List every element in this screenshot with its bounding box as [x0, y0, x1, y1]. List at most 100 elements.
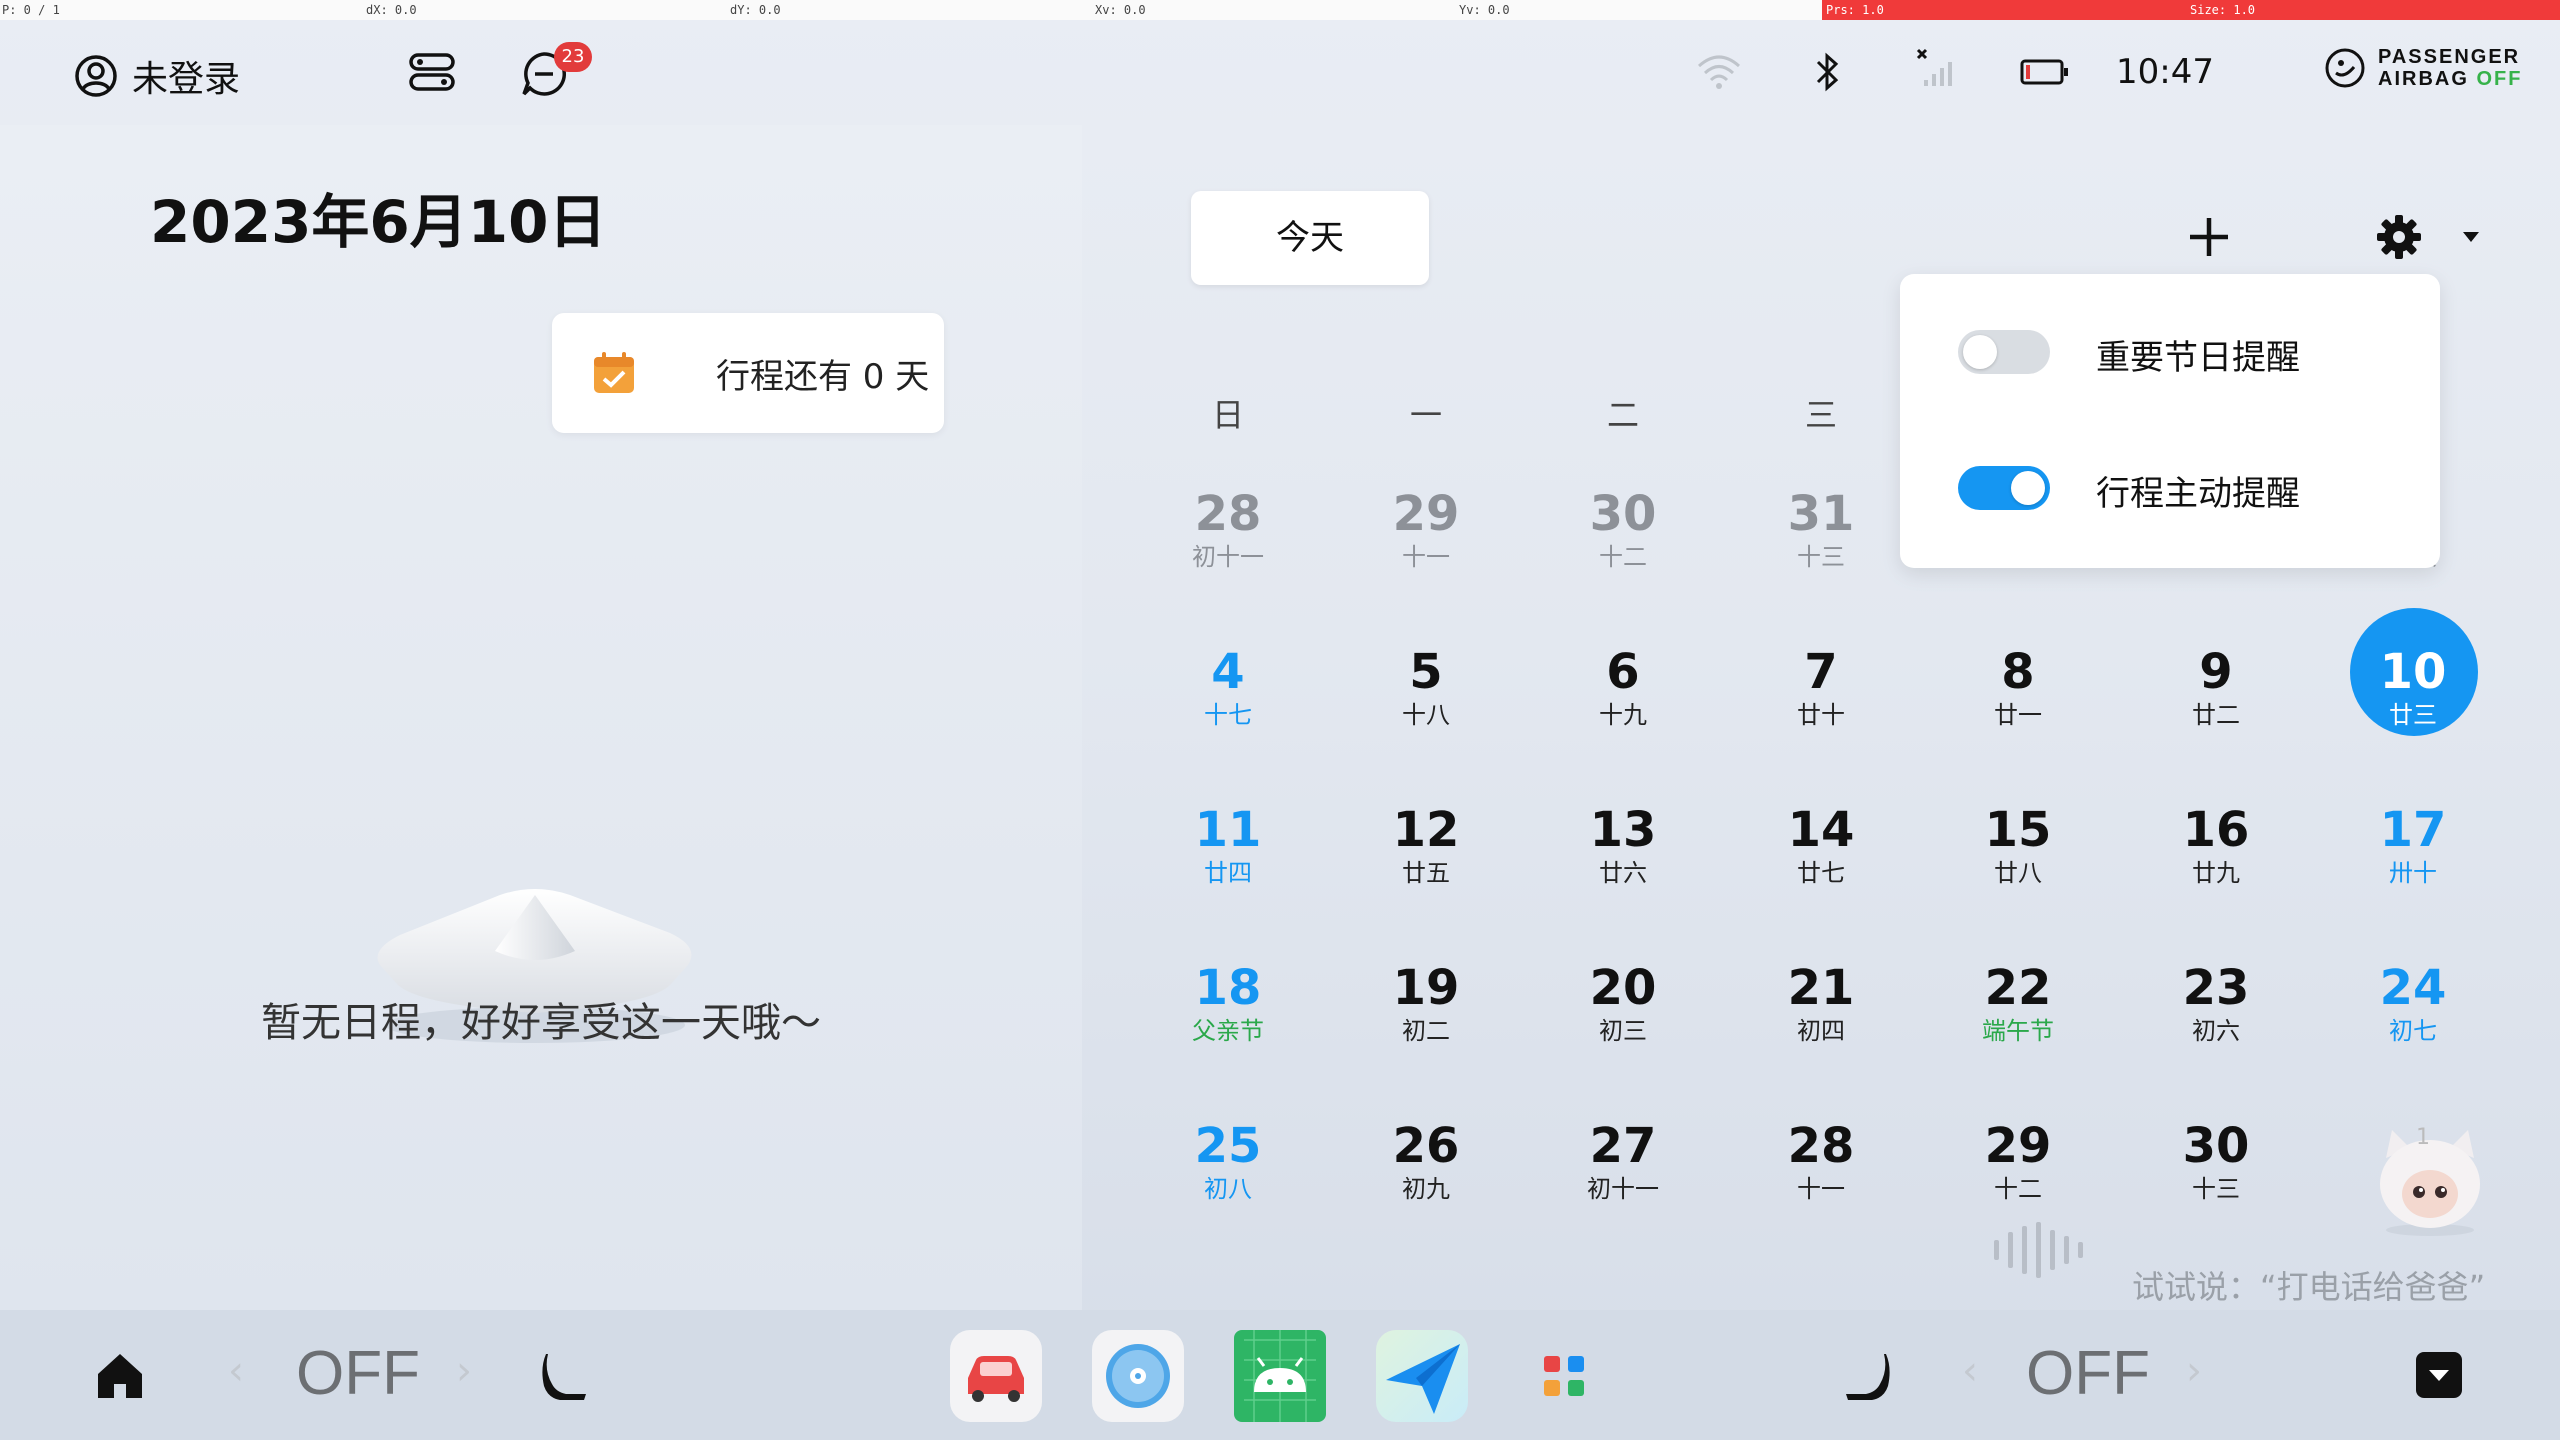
left-panel: 2023年6月10日 行程还有 0 天 暂无日程，好好享受这一天哦～ — [0, 125, 1082, 1310]
calendar-day[interactable]: 13 廿六 — [1538, 802, 1708, 952]
debug-dx: dX: 0.0 — [366, 3, 417, 17]
lunar-date: 十九 — [1599, 701, 1647, 729]
day-number: 25 — [1194, 1118, 1262, 1174]
day-number: 29 — [1392, 486, 1460, 542]
lunar-date: 廿三 — [2389, 701, 2437, 729]
lunar-date: 十二 — [1599, 543, 1647, 571]
messages-button[interactable]: 23 — [518, 42, 592, 106]
calendar-day[interactable]: 24 初七 — [2328, 960, 2498, 1110]
music-app[interactable] — [1092, 1330, 1184, 1422]
left-fan-increase[interactable]: › — [456, 1348, 472, 1394]
weekday-label: 一 — [1409, 396, 1442, 434]
calendar-day[interactable]: 12 廿五 — [1341, 802, 1511, 952]
lunar-date: 廿五 — [1402, 859, 1450, 887]
voice-assistant-mascot-icon[interactable]: 1 — [2370, 1122, 2490, 1238]
reminder-settings-popup: 重要节日提醒 行程主动提醒 — [1900, 274, 2440, 568]
user-icon — [75, 55, 117, 97]
home-icon[interactable] — [94, 1350, 146, 1402]
calendar-day[interactable]: 5 十八 — [1341, 644, 1511, 794]
calendar-day[interactable]: 18 父亲节 — [1143, 960, 1313, 1110]
calendar-day[interactable]: 23 初六 — [2131, 960, 2301, 1110]
passenger-seat-icon[interactable] — [1840, 1350, 1892, 1402]
day-number: 21 — [1787, 960, 1855, 1016]
calendar-day[interactable]: 21 初四 — [1736, 960, 1906, 1110]
trip-reminder-label: 行程主动提醒 — [2096, 474, 2300, 514]
driver-seat-icon[interactable] — [540, 1350, 592, 1402]
right-fan-status: OFF — [2026, 1339, 2150, 1408]
right-fan-decrease[interactable]: ‹ — [1962, 1348, 1978, 1394]
lunar-date: 十八 — [1402, 701, 1450, 729]
day-number: 4 — [1211, 644, 1245, 700]
day-number: 20 — [1589, 960, 1657, 1016]
bluetooth-icon — [1816, 52, 1839, 92]
toggle-settings-icon[interactable] — [408, 50, 456, 94]
lunar-date: 父亲节 — [1192, 1017, 1264, 1045]
hide-bar-icon[interactable] — [2414, 1350, 2464, 1400]
calendar-day[interactable]: 17 卅十 — [2328, 802, 2498, 952]
calendar-day[interactable]: 30 十三 — [2131, 1118, 2301, 1268]
lunar-date: 十三 — [1797, 543, 1845, 571]
calendar-day[interactable]: 20 初三 — [1538, 960, 1708, 1110]
voice-wave-icon[interactable] — [1990, 1222, 2090, 1278]
all-apps[interactable] — [1518, 1330, 1610, 1422]
day-number: 12 — [1392, 802, 1460, 858]
calendar-day[interactable]: 10 廿三 — [2328, 608, 2498, 794]
countdown-text: 行程还有 0 天 — [716, 357, 930, 397]
calendar-day[interactable]: 27 初十一 — [1538, 1118, 1708, 1268]
left-fan-decrease[interactable]: ‹ — [228, 1348, 244, 1394]
navigation-icon — [1386, 1344, 1460, 1414]
calendar-day[interactable]: 4 十七 — [1143, 644, 1313, 794]
calendar-day[interactable]: 7 廿十 — [1736, 644, 1906, 794]
debug-xv: Xv: 0.0 — [1095, 3, 1146, 17]
lunar-date: 端午节 — [1982, 1017, 2054, 1045]
lunar-date: 廿九 — [2192, 859, 2240, 887]
apps-grid-icon — [1544, 1356, 1584, 1396]
day-number: 6 — [1606, 644, 1640, 700]
trip-reminder-toggle[interactable] — [1958, 466, 2050, 510]
day-number: 30 — [2182, 1118, 2250, 1174]
holiday-reminder-toggle[interactable] — [1958, 330, 2050, 374]
calendar-day[interactable]: 29 十一 — [1341, 486, 1511, 636]
calendar-day[interactable]: 19 初二 — [1341, 960, 1511, 1110]
android-app[interactable] — [1234, 1330, 1326, 1422]
calendar-day[interactable]: 28 十一 — [1736, 1118, 1906, 1268]
calendar-day[interactable]: 6 十九 — [1538, 644, 1708, 794]
calendar-day[interactable]: 14 廿七 — [1736, 802, 1906, 952]
calendar-day[interactable]: 31 十三 — [1736, 486, 1906, 636]
calendar-day[interactable]: 8 廿一 — [1933, 644, 2103, 794]
calendar-day[interactable]: 25 初八 — [1143, 1118, 1313, 1268]
day-number: 14 — [1787, 802, 1855, 858]
right-fan-increase[interactable]: › — [2186, 1348, 2202, 1394]
lunar-date: 十一 — [1797, 1175, 1845, 1203]
today-button[interactable]: 今天 — [1191, 191, 1429, 285]
calendar-day[interactable]: 28 初十一 — [1143, 486, 1313, 636]
calendar-day[interactable]: 30 十二 — [1538, 486, 1708, 636]
lunar-date: 廿一 — [1994, 701, 2042, 729]
calendar-day[interactable]: 9 廿二 — [2131, 644, 2301, 794]
day-number: 8 — [2001, 644, 2035, 700]
lunar-date: 卅十 — [2389, 859, 2437, 887]
navigation-app[interactable] — [1376, 1330, 1468, 1422]
calendar-day[interactable]: 11 廿四 — [1143, 802, 1313, 952]
debug-size: Size: 1.0 — [2186, 0, 2560, 20]
calendar-day[interactable]: 16 廿九 — [2131, 802, 2301, 952]
calendar-day[interactable]: 15 廿八 — [1933, 802, 2103, 952]
day-number: 22 — [1984, 960, 2052, 1016]
countdown-card[interactable]: 行程还有 0 天 — [552, 313, 944, 433]
lunar-date: 十三 — [2192, 1175, 2240, 1203]
gear-icon[interactable] — [2376, 214, 2422, 260]
calendar-day[interactable]: 26 初九 — [1341, 1118, 1511, 1268]
add-icon[interactable] — [2186, 214, 2232, 260]
music-disc-icon — [1106, 1344, 1170, 1408]
lunar-date: 初六 — [2192, 1017, 2240, 1045]
calendar-day[interactable]: 22 端午节 — [1933, 960, 2103, 1110]
login-button[interactable]: 未登录 — [74, 50, 240, 102]
car-app[interactable] — [950, 1330, 1042, 1422]
dropdown-arrow-icon[interactable] — [2462, 230, 2480, 244]
date-title: 2023年6月10日 — [150, 188, 607, 256]
day-number: 5 — [1409, 644, 1443, 700]
voice-hint: 试试说：“打电话给爸爸” — [2132, 1268, 2486, 1306]
lunar-date: 廿四 — [1204, 859, 1252, 887]
day-number: 28 — [1194, 486, 1262, 542]
lunar-date: 廿二 — [2192, 701, 2240, 729]
